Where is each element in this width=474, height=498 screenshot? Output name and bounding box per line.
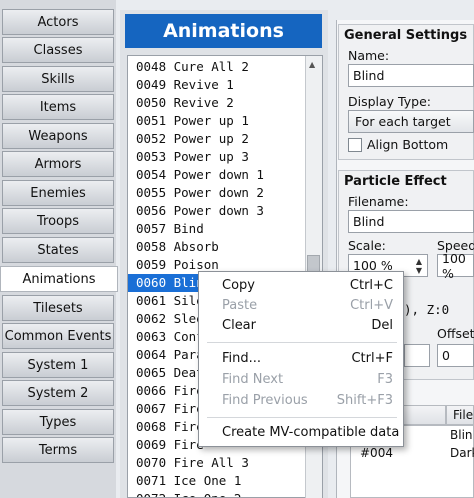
menu-item-shortcut: F3 [377, 372, 393, 387]
list-item[interactable]: 0072 Ice One 2 [136, 490, 241, 497]
list-item[interactable]: 0071 Ice One 1 [136, 472, 241, 490]
list-item[interactable]: 0058 Absorb [136, 238, 219, 256]
menu-item-label: Clear [222, 318, 256, 333]
name-label: Name: [348, 48, 390, 63]
filename-label: Filename: [348, 194, 409, 209]
database-tab-column: Actors Classes Skills Items Weapons Armo… [0, 0, 118, 498]
context-menu: Copy Ctrl+C Paste Ctrl+V Clear Del Find.… [198, 271, 404, 447]
list-item[interactable]: 0056 Power down 3 [136, 202, 264, 220]
tab-items[interactable]: Items [2, 94, 114, 120]
position-readout: ), Z:0 [404, 302, 450, 317]
tab-classes[interactable]: Classes [2, 37, 114, 63]
list-item[interactable]: 0066 Fire [136, 382, 204, 400]
align-bottom-label: Align Bottom [367, 137, 449, 152]
tab-armors[interactable]: Armors [2, 151, 114, 177]
tab-states[interactable]: States [2, 237, 114, 263]
animations-list-title: Animations [125, 14, 322, 48]
menu-item-label: Copy [222, 278, 255, 293]
scale-spinner-icon[interactable]: ▲ ▼ [412, 255, 426, 276]
align-bottom-checkbox[interactable] [348, 138, 362, 152]
list-item[interactable]: 0049 Revive 1 [136, 76, 234, 94]
menu-separator [207, 417, 397, 418]
table-header-file[interactable]: File [446, 405, 474, 425]
menu-item-label: Find Next [222, 372, 284, 387]
list-item[interactable]: 0057 Bind [136, 220, 204, 238]
tab-actors[interactable]: Actors [2, 9, 114, 35]
menu-item-find-previous: Find Previous Shift+F3 [199, 391, 403, 411]
menu-item-label: Paste [222, 298, 258, 313]
tab-troops[interactable]: Troops [2, 208, 114, 234]
menu-item-shortcut: Del [371, 318, 393, 333]
speed-input[interactable]: 100 % [437, 251, 474, 281]
tab-terms[interactable]: Terms [2, 437, 114, 463]
menu-separator [207, 342, 397, 343]
list-item[interactable]: 0050 Revive 2 [136, 94, 234, 112]
offset-input[interactable]: 0 [437, 344, 474, 367]
list-item[interactable]: 0055 Power down 2 [136, 184, 264, 202]
menu-item-shortcut: Ctrl+V [350, 298, 393, 313]
general-settings-title: General Settings [344, 28, 468, 43]
tab-weapons[interactable]: Weapons [2, 123, 114, 149]
menu-item-create-mv-data[interactable]: Create MV-compatible data [199, 423, 403, 443]
menu-item-shortcut: Shift+F3 [336, 393, 393, 408]
position-input[interactable] [404, 344, 430, 367]
particle-effect-title: Particle Effect [344, 174, 447, 189]
menu-item-clear[interactable]: Clear Del [199, 316, 403, 336]
name-input[interactable]: Blind [348, 64, 474, 87]
tab-enemies[interactable]: Enemies [2, 180, 114, 206]
menu-item-find[interactable]: Find... Ctrl+F [199, 349, 403, 369]
list-item[interactable]: 0053 Power up 3 [136, 148, 249, 166]
list-item[interactable]: 0052 Power up 2 [136, 130, 249, 148]
list-item[interactable]: 0067 Fire [136, 400, 204, 418]
list-item[interactable]: 0069 Fire [136, 436, 204, 454]
list-item[interactable]: 0070 Fire All 3 [136, 454, 249, 472]
offset-label: Offset [437, 326, 474, 341]
list-item[interactable]: 0054 Power down 1 [136, 166, 264, 184]
tab-system-1[interactable]: System 1 [2, 352, 114, 378]
tab-types[interactable]: Types [2, 409, 114, 435]
table-cell-id: #004 [360, 446, 393, 460]
filename-input[interactable]: Blind [348, 210, 474, 233]
tab-common-events[interactable]: Common Events [2, 323, 114, 349]
list-item[interactable]: 0051 Power up 1 [136, 112, 249, 130]
menu-item-label: Find Previous [222, 393, 308, 408]
tab-tilesets[interactable]: Tilesets [2, 295, 114, 321]
menu-item-copy[interactable]: Copy Ctrl+C [199, 276, 403, 296]
tab-animations[interactable]: Animations [0, 266, 118, 292]
menu-item-label: Create MV-compatible data [222, 425, 400, 440]
display-type-label: Display Type: [348, 94, 431, 109]
list-item[interactable]: 0068 Fire [136, 418, 204, 436]
menu-item-shortcut: Ctrl+F [351, 351, 393, 366]
table-cell-file: Blin [450, 428, 473, 442]
tab-skills[interactable]: Skills [2, 66, 114, 92]
table-cell-file: Dark [450, 446, 474, 460]
scale-label: Scale: [348, 238, 386, 253]
menu-item-shortcut: Ctrl+C [349, 278, 393, 293]
display-type-select[interactable]: For each target [348, 110, 474, 133]
tab-system-2[interactable]: System 2 [2, 380, 114, 406]
menu-item-paste: Paste Ctrl+V [199, 296, 403, 316]
menu-item-find-next: Find Next F3 [199, 370, 403, 390]
scroll-up-arrow-icon[interactable]: ▲ [309, 60, 315, 69]
list-item[interactable]: 0048 Cure All 2 [136, 58, 249, 76]
menu-item-label: Find... [222, 351, 262, 366]
